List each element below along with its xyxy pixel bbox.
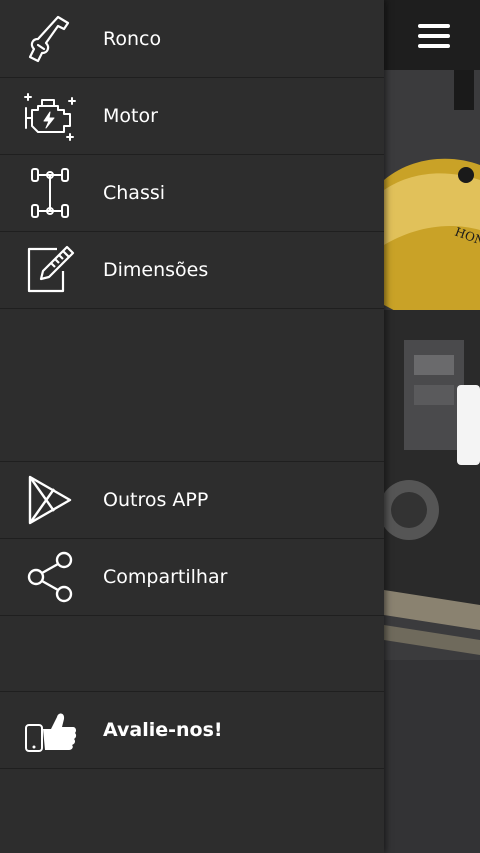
menu-item-compartilhar[interactable]: Compartilhar (0, 539, 384, 616)
exhaust-pipe-icon (22, 11, 78, 67)
menu-item-label: Chassi (103, 182, 166, 204)
play-store-icon (22, 472, 78, 528)
app-toolbar (384, 0, 480, 70)
chassis-icon (22, 165, 78, 221)
menu-item-chassi[interactable]: Chassi (0, 155, 384, 232)
menu-item-label: Dimensões (103, 259, 209, 281)
navigation-drawer: Ronco Motor Chassi Dimensões Outros APP … (0, 0, 384, 853)
ruler-edit-icon (22, 242, 78, 298)
menu-item-label: Ronco (103, 28, 162, 50)
hamburger-menu-icon[interactable] (418, 24, 450, 48)
menu-item-outros-app[interactable]: Outros APP (0, 462, 384, 539)
menu-item-dimensoes[interactable]: Dimensões (0, 232, 384, 309)
menu-item-ronco[interactable]: Ronco (0, 1, 384, 78)
menu-item-label: Compartilhar (103, 566, 228, 588)
thumbs-up-icon (22, 702, 78, 758)
menu-item-motor[interactable]: Motor (0, 78, 384, 155)
menu-item-avalie[interactable]: Avalie-nos! (0, 692, 384, 769)
engine-icon (22, 88, 78, 144)
menu-item-label: Motor (103, 105, 158, 127)
background-photo: HONDA (384, 0, 480, 853)
motorcycle-image: HONDA (384, 70, 480, 853)
share-icon (22, 549, 78, 605)
menu-item-label: Avalie-nos! (103, 719, 223, 741)
menu-item-label: Outros APP (103, 489, 209, 511)
